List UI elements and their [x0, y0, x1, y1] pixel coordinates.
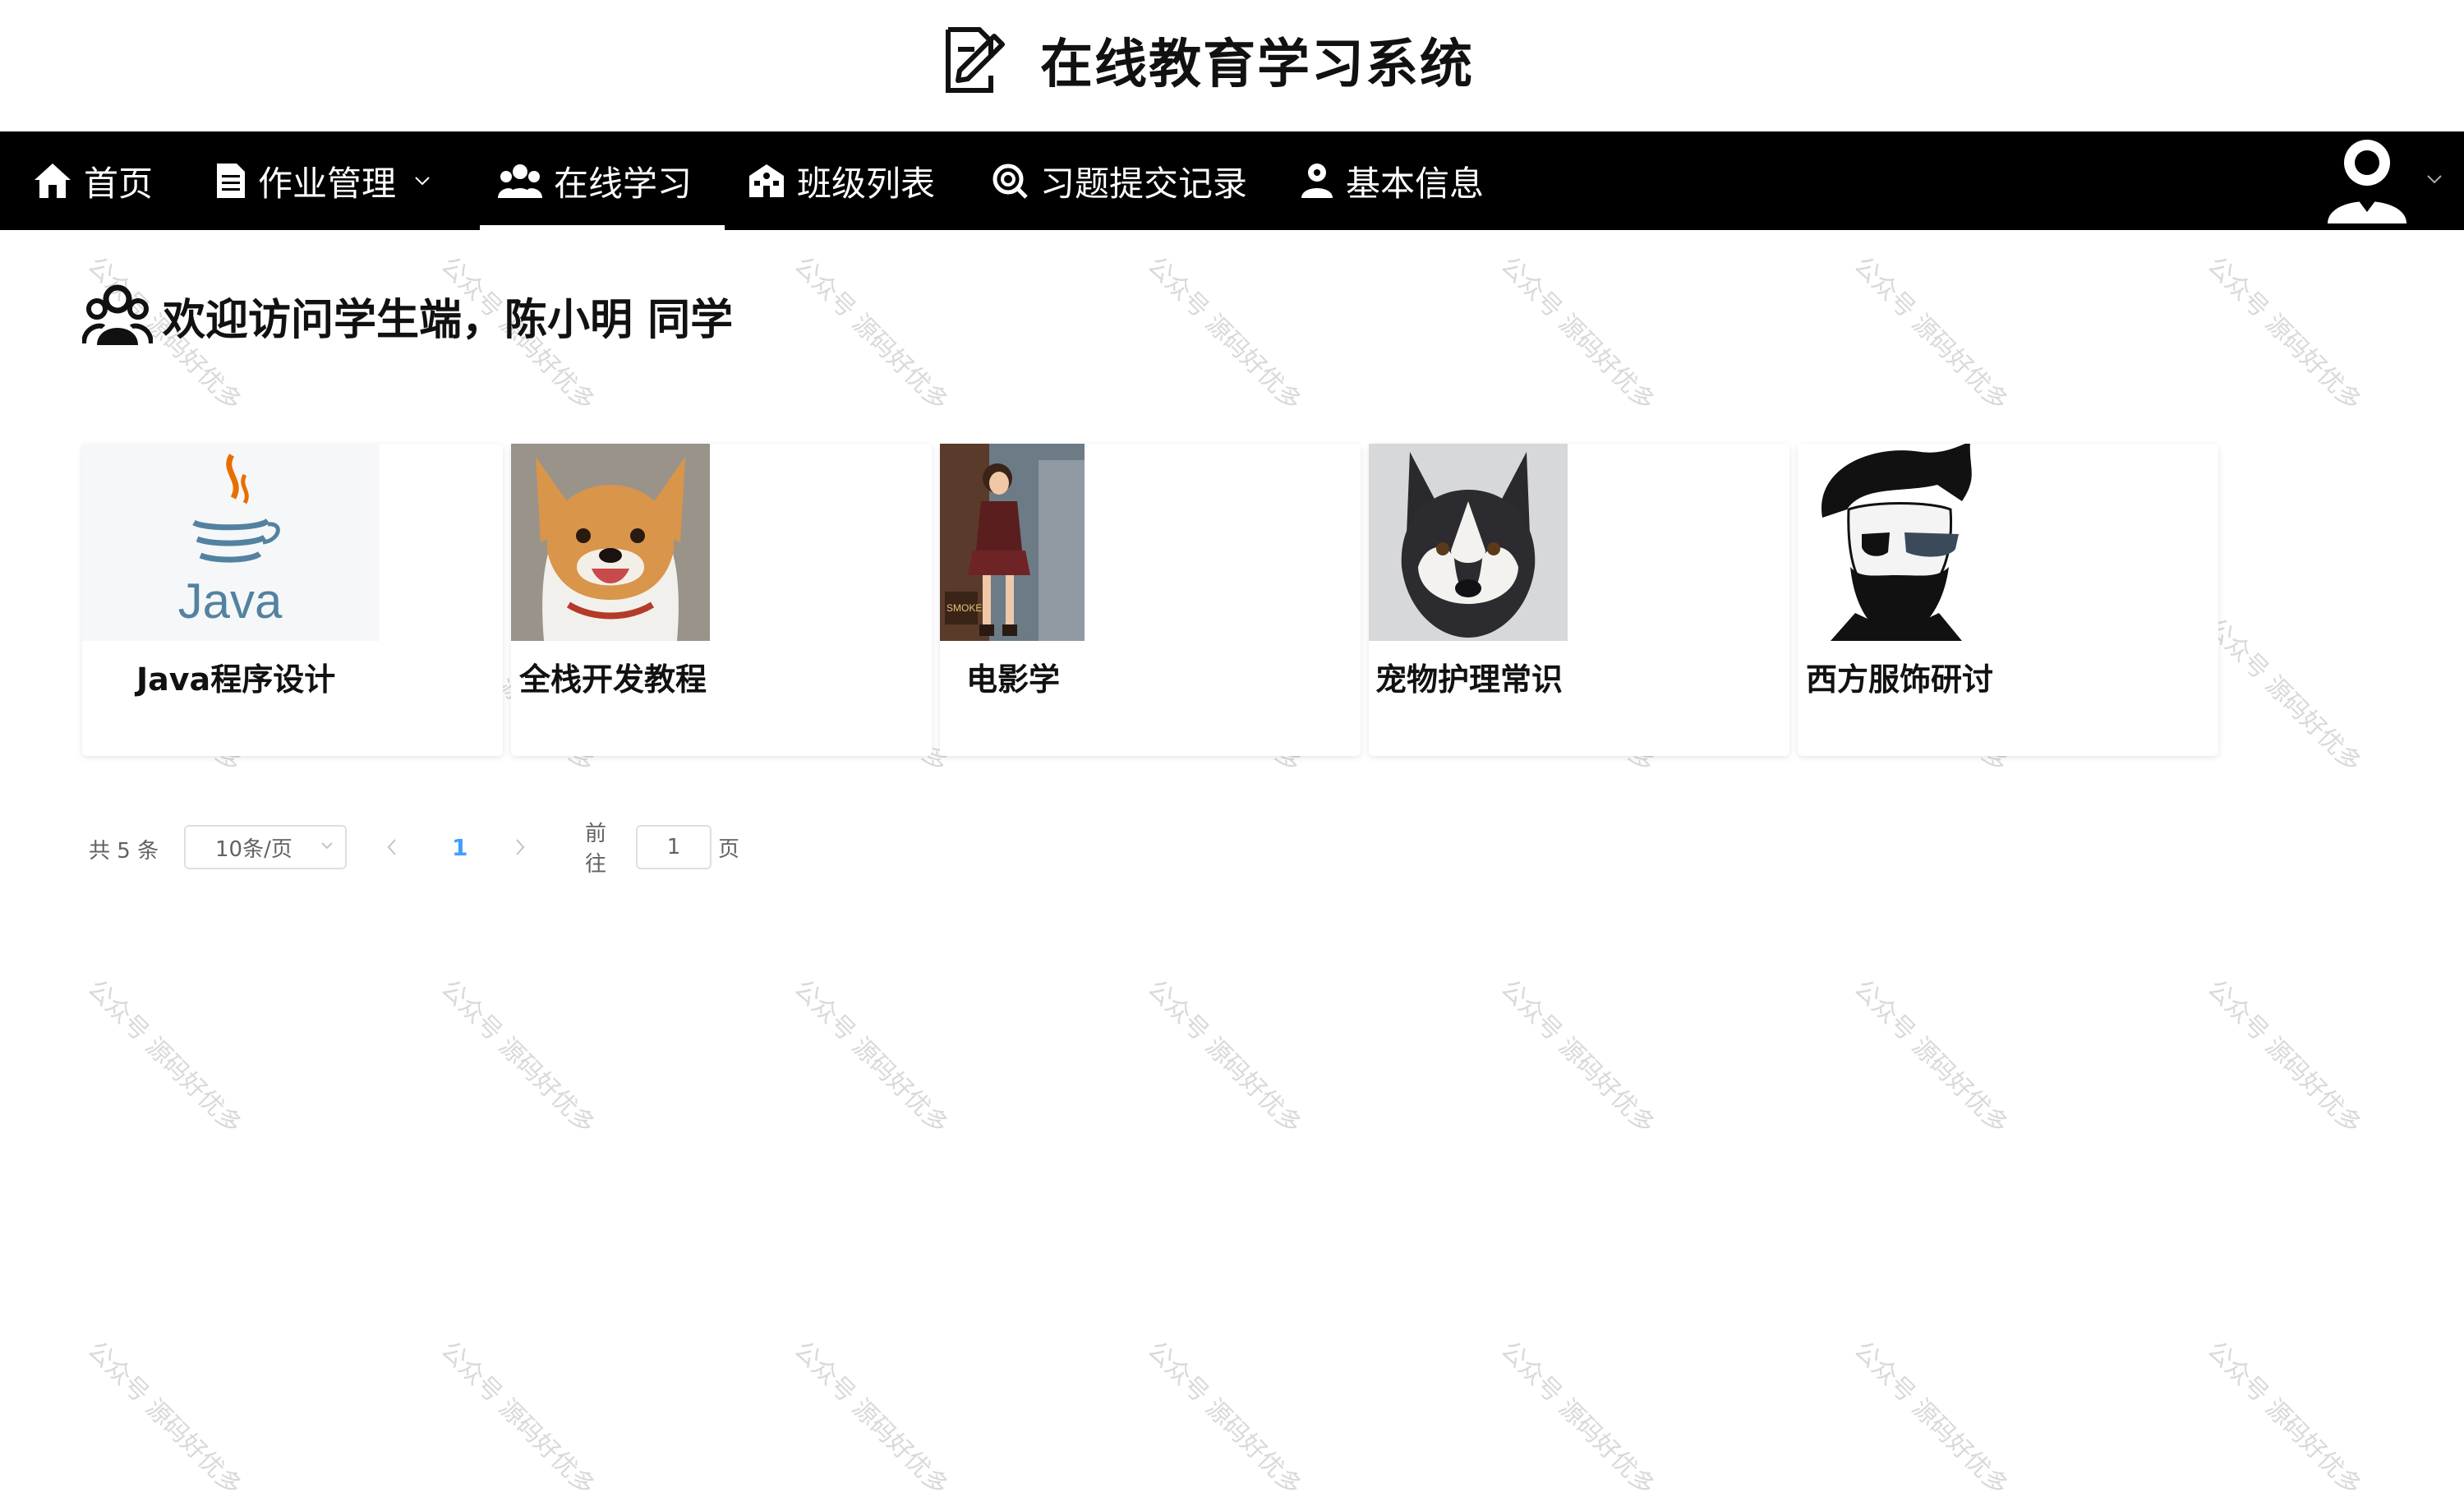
course-title: 全栈开发教程 [519, 661, 707, 698]
goto-page-input[interactable]: 1 [636, 825, 712, 869]
nav-item-homework[interactable]: 作业管理 [215, 131, 442, 230]
chevron-down-icon [321, 842, 333, 850]
nav-item-label: 在线学习 [554, 163, 693, 204]
watermark-text: 公众号 源码好优多 [788, 974, 954, 1140]
group-icon [498, 164, 542, 198]
svg-text:Java: Java [178, 574, 283, 629]
husky-dog-photo [1369, 444, 1568, 641]
watermark-text: 公众号 源码好优多 [1495, 974, 1660, 1140]
nav-item-label: 班级列表 [797, 163, 936, 204]
chevron-down-icon[interactable] [414, 176, 431, 186]
watermark-text: 公众号 源码好优多 [1495, 1335, 1660, 1501]
nav-item-label: 作业管理 [258, 163, 397, 204]
nav-item-home[interactable]: 首页 [33, 131, 153, 230]
watermark-text: 公众号 源码好优多 [1141, 1335, 1307, 1501]
watermark-text: 公众号 源码好优多 [2201, 251, 2367, 417]
goto-suffix: 页 [718, 836, 740, 862]
watermark-text: 公众号 源码好优多 [2201, 612, 2367, 778]
course-title: 西方服饰研讨 [1806, 661, 1994, 698]
course-title: 电影学 [966, 661, 1061, 698]
welcome-banner: 欢迎访问学生端，陈小明 同学 [82, 284, 733, 347]
nav-item-label: 习题提交记录 [1040, 163, 1248, 204]
course-card-western-fashion[interactable]: 西方服饰研讨 [1798, 444, 2218, 756]
school-icon [749, 164, 784, 197]
watermark-text: 公众号 源码好优多 [1495, 251, 1660, 417]
app-title: 在线教育学习系统 [1040, 35, 1474, 95]
edit-document-icon [946, 27, 1005, 93]
page-size-value: 10条/页 [215, 836, 292, 862]
chevron-down-icon[interactable] [2426, 174, 2443, 184]
next-page-icon[interactable] [514, 838, 526, 856]
main-navbar: 首页 作业管理 在线学习 班级列表 习题提交记录 基本信息 [0, 131, 2464, 230]
user-avatar-icon[interactable] [2324, 138, 2410, 223]
prev-page-icon[interactable] [386, 838, 398, 856]
svg-text:SMOKE: SMOKE [946, 602, 982, 614]
document-icon [217, 164, 245, 198]
watermark-text: 公众号 源码好优多 [1848, 251, 2014, 417]
nav-item-basic-info[interactable]: 基本信息 [1300, 131, 1484, 230]
watermark-text: 公众号 源码好优多 [435, 1335, 601, 1501]
nav-item-label: 首页 [84, 163, 154, 204]
home-icon [35, 164, 71, 198]
nav-item-label: 基本信息 [1346, 163, 1485, 204]
java-logo: Java [82, 444, 380, 641]
course-card-pet-care[interactable]: 宠物护理常识 [1369, 444, 1789, 756]
watermark-text: 公众号 源码好优多 [788, 251, 954, 417]
watermark-text: 公众号 源码好优多 [81, 1335, 247, 1501]
bearded-man-sunglasses-drawing [1798, 444, 1997, 641]
course-title: 宠物护理常识 [1375, 661, 1564, 698]
welcome-text: 欢迎访问学生端，陈小明 同学 [163, 295, 734, 345]
watermark-text: 公众号 源码好优多 [788, 1335, 954, 1501]
watermark-text: 公众号 源码好优多 [1141, 251, 1307, 417]
app-header: 在线教育学习系统 [0, 0, 2464, 131]
course-card-java[interactable]: Java Java程序设计 [82, 444, 503, 756]
page-number-current[interactable]: 1 [452, 825, 467, 869]
shiba-dog-photo [511, 444, 710, 641]
goto-page-value: 1 [666, 835, 681, 859]
user-info-icon [1301, 164, 1333, 198]
pagination: 共 5 条 10条/页 1 前往 1 页 [89, 822, 739, 877]
page-size-select[interactable]: 10条/页 [184, 825, 347, 869]
nav-item-class-list[interactable]: 班级列表 [748, 131, 935, 230]
watermark-text: 公众号 源码好优多 [1141, 974, 1307, 1140]
watermark-text: 公众号 源码好优多 [435, 974, 601, 1140]
course-card-fullstack[interactable]: 全栈开发教程 [511, 444, 932, 756]
anime-girl-poster: SMOKE [940, 444, 1085, 641]
search-record-icon [993, 164, 1028, 199]
nav-item-exercise-records[interactable]: 习题提交记录 [991, 131, 1247, 230]
nav-item-online-learning[interactable]: 在线学习 [479, 131, 725, 230]
watermark-text: 公众号 源码好优多 [1848, 1335, 2014, 1501]
course-card-film[interactable]: SMOKE 电影学 [940, 444, 1361, 756]
watermark-text: 公众号 源码好优多 [2201, 974, 2367, 1140]
watermark-text: 公众号 源码好优多 [1848, 974, 2014, 1140]
watermark-text: 公众号 源码好优多 [2201, 1335, 2367, 1501]
pagination-total: 共 5 条 [89, 838, 159, 864]
goto-label: 前往 [585, 822, 607, 877]
watermark-text: 公众号 源码好优多 [81, 974, 247, 1140]
users-icon [82, 284, 153, 345]
brand: 在线教育学习系统 [937, 23, 1474, 97]
course-title: Java程序设计 [136, 661, 336, 698]
